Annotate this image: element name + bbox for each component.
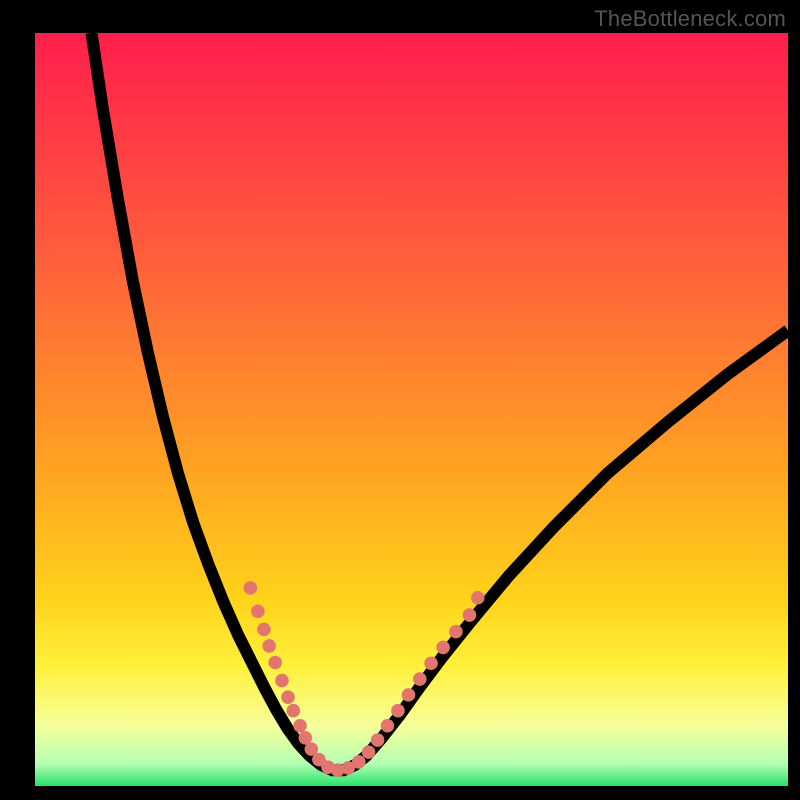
curve-marker <box>391 704 405 718</box>
curve-markers <box>244 581 485 777</box>
curve-marker <box>402 688 416 702</box>
curve-marker <box>257 623 271 637</box>
bottleneck-curve <box>91 33 788 770</box>
curve-marker <box>436 641 450 655</box>
curve-marker <box>463 608 477 622</box>
curve-marker <box>449 625 463 639</box>
curve-marker <box>371 733 385 747</box>
curve-marker <box>471 591 485 605</box>
curve-marker <box>413 672 427 686</box>
chart-frame: TheBottleneck.com <box>0 0 800 800</box>
curve-marker <box>262 639 276 653</box>
curve-marker <box>244 581 258 595</box>
curve-marker <box>293 719 307 733</box>
curve-marker <box>275 674 289 688</box>
watermark-text: TheBottleneck.com <box>594 6 786 32</box>
curve-overlay <box>35 33 788 786</box>
curve-marker <box>362 745 376 759</box>
plot-area <box>35 33 788 786</box>
curve-marker <box>424 656 438 670</box>
curve-marker <box>287 704 301 718</box>
curve-marker <box>352 755 366 769</box>
curve-marker <box>281 690 295 704</box>
curve-marker <box>251 605 265 619</box>
curve-marker <box>268 656 282 670</box>
curve-marker <box>381 719 395 733</box>
